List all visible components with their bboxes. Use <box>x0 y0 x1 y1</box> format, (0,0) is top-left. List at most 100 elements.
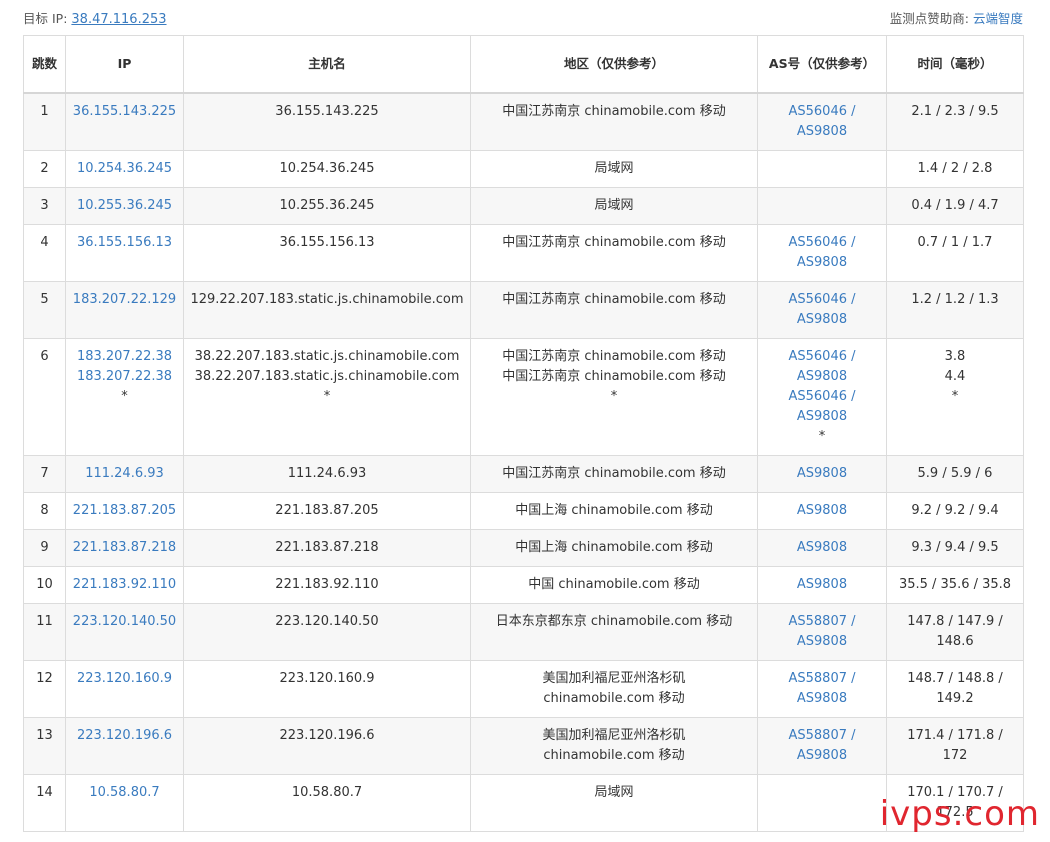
region-text: 中国江苏南京 chinamobile.com 移动 <box>502 349 726 364</box>
region-cell: 局域网 <box>470 150 758 188</box>
as-link[interactable]: AS9808 <box>762 407 882 427</box>
ip-link[interactable]: 221.183.87.205 <box>70 501 179 521</box>
region-cell: 中国上海 chinamobile.com 移动 <box>470 529 758 567</box>
ip-link[interactable]: 10.254.36.245 <box>70 159 179 179</box>
as-link[interactable]: AS56046 / <box>762 387 882 407</box>
table-row: 8 221.183.87.205 221.183.87.205 中国上海 chinam… <box>23 492 1024 530</box>
ip-cell: 183.207.22.38 183.207.22.38 * <box>65 338 184 456</box>
time-cell: 1.4 / 2 / 2.8 <box>886 150 1024 188</box>
sponsor-link[interactable]: 云端智度 <box>973 11 1023 26</box>
ip-link[interactable]: 183.207.22.38 <box>70 347 179 367</box>
ip-link[interactable]: 10.255.36.245 <box>70 196 179 216</box>
region-text: 中国江苏南京 chinamobile.com 移动 <box>502 104 726 119</box>
hop-cell: 6 <box>23 338 66 456</box>
as-link[interactable]: AS58807 / <box>762 612 882 632</box>
ip-link[interactable]: 36.155.143.225 <box>70 102 179 122</box>
watermark-logo: ivps.com <box>879 794 1040 834</box>
as-link[interactable]: AS9808 <box>762 575 882 595</box>
region-cell: 中国江苏南京 chinamobile.com 移动 <box>470 281 758 339</box>
hop-cell: 3 <box>23 187 66 225</box>
hostname-text: * <box>323 389 331 404</box>
as-link[interactable]: AS9808 <box>762 367 882 387</box>
table-header-row: 跳数 IP 主机名 地区（仅供参考） AS号（仅供参考） 时间（毫秒） <box>23 35 1024 94</box>
hop-number: 8 <box>40 503 49 518</box>
col-header-hostname: 主机名 <box>183 35 471 94</box>
as-link[interactable]: AS9808 <box>762 746 882 766</box>
hop-cell: 12 <box>23 660 66 718</box>
ip-link[interactable]: 223.120.140.50 <box>70 612 179 632</box>
hostname-text: 129.22.207.183.static.js.chinamobile.com <box>190 292 464 307</box>
hostname-text: 10.255.36.245 <box>279 198 375 213</box>
ip-link[interactable]: 36.155.156.13 <box>70 233 179 253</box>
as-cell: AS56046 /AS9808 <box>757 92 887 151</box>
region-text: 中国江苏南京 chinamobile.com 移动 <box>502 369 726 384</box>
hop-cell: 7 <box>23 455 66 493</box>
ip-text: * <box>121 389 128 404</box>
hostname-cell: 223.120.140.50 <box>183 603 471 661</box>
hostname-text: 10.254.36.245 <box>279 161 375 176</box>
time-text: 2.1 / 2.3 / 9.5 <box>911 104 999 119</box>
ip-link[interactable]: 223.120.196.6 <box>70 726 179 746</box>
time-text: 9.3 / 9.4 / 9.5 <box>911 540 999 555</box>
target-ip-link[interactable]: 38.47.116.253 <box>71 12 166 27</box>
time-cell: 3.8 4.4 * <box>886 338 1024 456</box>
hostname-cell: 36.155.156.13 <box>183 224 471 282</box>
as-link[interactable]: AS56046 / <box>762 290 882 310</box>
hop-cell: 2 <box>23 150 66 188</box>
hostname-text: 38.22.207.183.static.js.chinamobile.com <box>194 349 460 364</box>
as-cell: AS56046 /AS9808 AS56046 /AS9808 * <box>757 338 887 456</box>
hop-cell: 8 <box>23 492 66 530</box>
region-text: chinamobile.com 移动 <box>543 691 685 706</box>
hop-number: 10 <box>36 577 53 592</box>
ip-link[interactable]: 10.58.80.7 <box>70 783 179 803</box>
as-cell: AS9808 <box>757 566 887 604</box>
region-cell: 局域网 <box>470 774 758 832</box>
hostname-cell: 223.120.196.6 <box>183 717 471 775</box>
hop-number: 9 <box>40 540 49 555</box>
time-text: 35.5 / 35.6 / 35.8 <box>898 577 1012 592</box>
as-cell <box>757 150 887 188</box>
region-cell: 中国上海 chinamobile.com 移动 <box>470 492 758 530</box>
ip-link[interactable]: 221.183.92.110 <box>70 575 179 595</box>
hop-cell: 4 <box>23 224 66 282</box>
col-header-as: AS号（仅供参考） <box>757 35 887 94</box>
region-cell: 中国江苏南京 chinamobile.com 移动 <box>470 455 758 493</box>
table-row: 6 183.207.22.38 183.207.22.38 * 38.22.207.18… <box>23 338 1024 456</box>
hop-number: 12 <box>36 671 53 686</box>
ip-link[interactable]: 183.207.22.129 <box>70 290 179 310</box>
region-cell: 中国江苏南京 chinamobile.com 移动 中国江苏南京 chinamob… <box>470 338 758 456</box>
as-link[interactable]: AS56046 / <box>762 347 882 367</box>
table-row: 3 10.255.36.245 10.255.36.245 局域网 0.4 / 1.9 … <box>23 187 1024 225</box>
ip-link[interactable]: 221.183.87.218 <box>70 538 179 558</box>
as-link[interactable]: AS56046 / <box>762 102 882 122</box>
as-link[interactable]: AS9808 <box>762 253 882 273</box>
time-text: 148.6 <box>936 634 974 649</box>
hop-cell: 1 <box>23 92 66 151</box>
as-link[interactable]: AS58807 / <box>762 669 882 689</box>
as-link[interactable]: AS9808 <box>762 464 882 484</box>
as-link[interactable]: AS56046 / <box>762 233 882 253</box>
hop-number: 5 <box>40 292 49 307</box>
ip-link[interactable]: 183.207.22.38 <box>70 367 179 387</box>
as-link[interactable]: AS9808 <box>762 689 882 709</box>
sponsor-label: 监测点赞助商: <box>889 11 969 26</box>
ip-link[interactable]: 111.24.6.93 <box>70 464 179 484</box>
time-text: 9.2 / 9.2 / 9.4 <box>911 503 999 518</box>
hostname-cell: 38.22.207.183.static.js.chinamobile.com 3… <box>183 338 471 456</box>
ip-cell: 10.255.36.245 <box>65 187 184 225</box>
time-text: 4.4 <box>944 369 966 384</box>
as-link[interactable]: AS9808 <box>762 310 882 330</box>
as-link[interactable]: AS9808 <box>762 122 882 142</box>
ip-cell: 36.155.156.13 <box>65 224 184 282</box>
region-cell: 美国加利福尼亚州洛杉矶 chinamobile.com 移动 <box>470 660 758 718</box>
hop-number: 2 <box>40 161 49 176</box>
as-link[interactable]: AS9808 <box>762 632 882 652</box>
region-text: 日本东京都东京 chinamobile.com 移动 <box>495 614 733 629</box>
as-link[interactable]: AS58807 / <box>762 726 882 746</box>
hostname-text: 10.58.80.7 <box>291 785 363 800</box>
as-link[interactable]: AS9808 <box>762 501 882 521</box>
as-link[interactable]: AS9808 <box>762 538 882 558</box>
ip-link[interactable]: 223.120.160.9 <box>70 669 179 689</box>
as-cell: AS58807 /AS9808 <box>757 660 887 718</box>
region-text: 中国江苏南京 chinamobile.com 移动 <box>502 235 726 250</box>
